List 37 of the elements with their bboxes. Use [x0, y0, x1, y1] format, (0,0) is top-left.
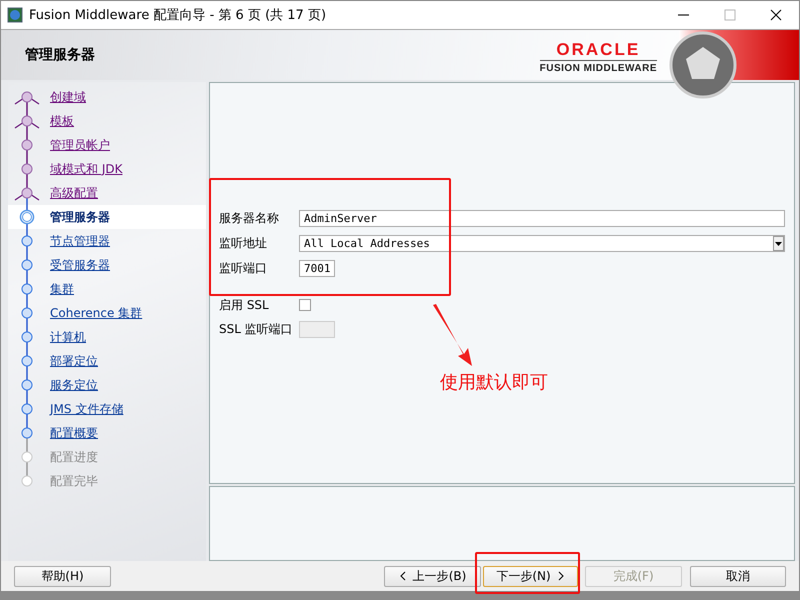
- step-link[interactable]: 节点管理器: [50, 232, 110, 250]
- step-link[interactable]: 管理员帐户: [50, 136, 110, 154]
- field-label: 服务器名称: [219, 210, 280, 227]
- annotation-arrow-icon: [430, 302, 474, 368]
- step-link[interactable]: Coherence 集群: [50, 304, 142, 322]
- step-link[interactable]: 计算机: [50, 328, 86, 346]
- step-link[interactable]: 服务定位: [50, 376, 98, 394]
- step-link[interactable]: 模板: [50, 112, 74, 130]
- next-button[interactable]: 下一步(N): [483, 566, 578, 587]
- step-link[interactable]: JMS 文件存储: [50, 400, 124, 418]
- back-button[interactable]: 上一步(B): [384, 566, 481, 587]
- page-heading: 管理服务器: [25, 46, 96, 64]
- logo-subtitle: FUSION MIDDLEWARE: [540, 60, 657, 74]
- help-button[interactable]: 帮助(H): [14, 566, 111, 587]
- app-icon: [7, 7, 23, 23]
- step-link[interactable]: 创建域: [50, 88, 86, 106]
- annotation-note: 使用默认即可: [440, 371, 548, 394]
- window-title: Fusion Middleware 配置向导 - 第 6 页 (共 17 页): [29, 7, 328, 24]
- step-link[interactable]: 受管服务器: [50, 256, 110, 274]
- field-label: 启用 SSL: [219, 296, 270, 314]
- input-field[interactable]: AdminServer: [299, 210, 785, 227]
- logo-text: ORACLE: [556, 40, 640, 60]
- chevron-right-icon: [556, 570, 565, 582]
- dropdown-field[interactable]: All Local Addresses: [299, 235, 785, 252]
- step-link[interactable]: 域模式和 JDK: [50, 160, 122, 178]
- field-label: 监听地址: [219, 235, 268, 252]
- input-field[interactable]: 7001: [299, 260, 335, 277]
- field-label: 监听端口: [219, 260, 268, 277]
- step-link[interactable]: 部署定位: [50, 352, 98, 370]
- step-link[interactable]: 配置概要: [50, 424, 98, 442]
- step-link[interactable]: 高级配置: [50, 184, 98, 202]
- chevron-left-icon: [398, 570, 407, 582]
- field-label: SSL 监听端口: [219, 321, 294, 338]
- cancel-button[interactable]: 取消: [690, 566, 786, 587]
- step-link[interactable]: 集群: [50, 280, 74, 298]
- dropdown-caret-icon[interactable]: [773, 236, 784, 251]
- checkbox[interactable]: [299, 299, 311, 311]
